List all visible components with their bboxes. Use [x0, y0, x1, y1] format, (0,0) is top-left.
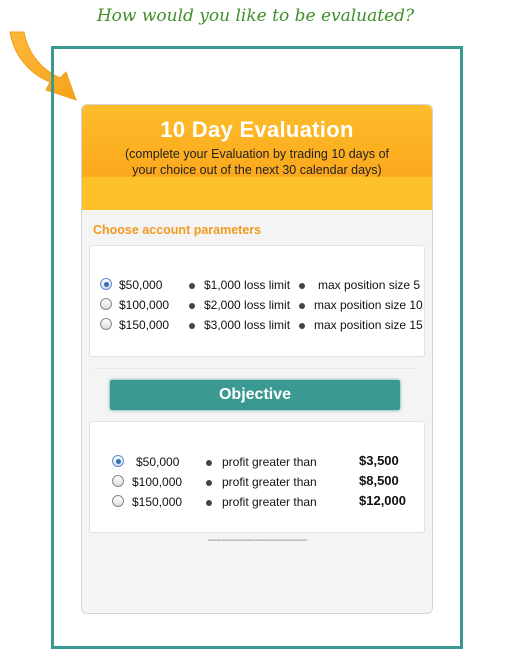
- card-subtitle: (complete your Evaluation by trading 10 …: [102, 146, 412, 178]
- account-amount: $50,000: [119, 278, 163, 292]
- account-option-row[interactable]: $150,000 $3,000 loss limit max position …: [100, 316, 423, 334]
- objective-condition: profit greater than: [222, 455, 317, 469]
- card-title: 10 Day Evaluation: [160, 117, 354, 142]
- objective-target: $8,500: [359, 473, 399, 488]
- objective-condition: profit greater than: [222, 475, 317, 489]
- card-subtitle-line: your choice out of the next 30 calendar …: [132, 163, 382, 177]
- account-parameters-label: Choose account parameters: [93, 223, 262, 237]
- objective-target: $12,000: [359, 493, 406, 508]
- objective-amount: $100,000: [132, 475, 183, 489]
- card-header: 10 Day Evaluation (complete your Evaluat…: [82, 105, 432, 210]
- account-options-box: $50,000 $1,000 loss limit max position s…: [89, 245, 425, 357]
- bullet-icon: [189, 323, 195, 329]
- objective-target: $3,500: [359, 453, 399, 468]
- objective-option-row[interactable]: $150,000 profit greater than $12,000: [112, 493, 412, 511]
- card-subtitle-line: (complete your Evaluation by trading 10 …: [124, 147, 390, 161]
- bullet-icon: [189, 303, 195, 309]
- bullet-icon: [206, 460, 212, 466]
- account-loss-limit: $2,000 loss limit: [204, 298, 291, 312]
- bullet-icon: [189, 283, 195, 289]
- account-radio-150000[interactable]: [100, 318, 112, 330]
- objective-radio-100000[interactable]: [112, 475, 124, 487]
- account-amount: $150,000: [119, 318, 170, 332]
- bullet-icon: [206, 480, 212, 486]
- evaluation-card: 10 Day Evaluation (complete your Evaluat…: [81, 104, 433, 614]
- account-position-size: max position size 15: [314, 318, 423, 332]
- account-loss-limit: $1,000 loss limit: [204, 278, 291, 292]
- objective-condition: profit greater than: [222, 495, 317, 509]
- objective-options-box: $50,000 profit greater than $3,500 $100,…: [89, 421, 425, 533]
- bottom-dashed-divider: -----------------------------------: [207, 535, 307, 546]
- objective-option-row[interactable]: $50,000 profit greater than $3,500: [112, 453, 412, 471]
- account-position-size: max position size 5: [318, 278, 421, 292]
- bullet-icon: [299, 323, 305, 329]
- objective-radio-150000[interactable]: [112, 495, 124, 507]
- account-loss-limit: $3,000 loss limit: [204, 318, 291, 332]
- account-position-size: max position size 10: [314, 298, 423, 312]
- objective-radio-50000[interactable]: [112, 455, 124, 467]
- bullet-icon: [299, 303, 305, 309]
- objective-header: Objective: [110, 380, 400, 410]
- objective-amount: $50,000: [136, 455, 180, 469]
- bullet-icon: [299, 283, 305, 289]
- section-divider: [94, 368, 416, 369]
- account-radio-100000[interactable]: [100, 298, 112, 310]
- account-radio-50000[interactable]: [100, 278, 112, 290]
- account-amount: $100,000: [119, 298, 170, 312]
- account-option-row[interactable]: $50,000 $1,000 loss limit max position s…: [100, 276, 420, 294]
- bullet-icon: [206, 500, 212, 506]
- account-option-row[interactable]: $100,000 $2,000 loss limit max position …: [100, 296, 423, 314]
- objective-option-row[interactable]: $100,000 profit greater than $8,500: [112, 473, 412, 491]
- objective-amount: $150,000: [132, 495, 183, 509]
- page-headline: How would you like to be evaluated?: [96, 6, 415, 26]
